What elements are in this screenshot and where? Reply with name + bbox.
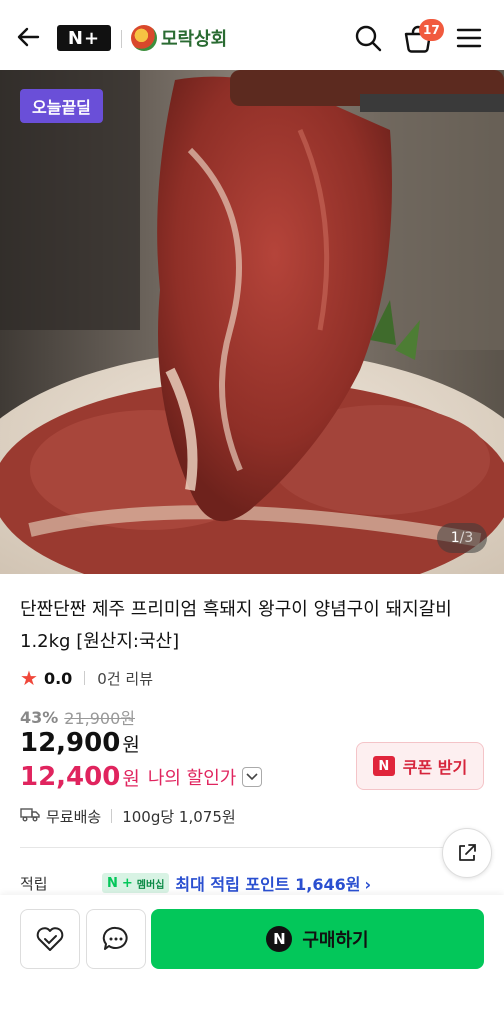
points-label: 적립 [20, 874, 48, 893]
my-discount-price[interactable]: 12,400 원 나의 할인가 [20, 762, 263, 792]
naver-pay-icon: N [266, 926, 293, 952]
search-icon[interactable] [353, 23, 383, 53]
store-name: 모락상회 [161, 29, 228, 50]
review-count[interactable]: 0건 리뷰 [97, 668, 153, 689]
talk-button[interactable] [86, 909, 146, 969]
star-icon: ★ [20, 666, 38, 690]
store-link[interactable]: 모락상회 [131, 22, 227, 54]
my-price-label: 나의 할인가 [147, 768, 237, 789]
membership-badge: N + 멤버십 [102, 873, 170, 893]
header-divider [121, 30, 122, 48]
back-arrow-icon[interactable] [14, 22, 44, 52]
bottom-action-bar: N 구매하기 [0, 895, 504, 1024]
shipping-divider [111, 809, 113, 823]
image-counter: 1/3 [437, 523, 487, 553]
max-points-text[interactable]: 최대 적립 포인트 1,646원 › [175, 871, 371, 895]
share-icon [459, 844, 476, 861]
unit-price: 100g당 1,075원 [122, 807, 236, 826]
membership-text: 멤버십 [136, 879, 165, 891]
shipping-row: 무료배송 100g당 1,075원 [20, 804, 236, 828]
wishlist-button[interactable] [20, 909, 80, 969]
sale-price: 12,900 원 [20, 728, 140, 758]
image-counter-total: 3 [464, 530, 474, 546]
product-image-carousel[interactable] [0, 70, 504, 574]
sale-price-value: 12,900 [20, 728, 121, 758]
truck-icon [20, 806, 40, 826]
membership-n: N [107, 875, 118, 891]
product-photo [0, 70, 504, 574]
coupon-label: 쿠폰 받기 [402, 758, 468, 777]
my-price-value: 12,400 [20, 762, 121, 792]
buy-button[interactable]: N 구매하기 [151, 909, 484, 969]
buy-label: 구매하기 [302, 930, 369, 951]
sale-price-unit: 원 [122, 734, 140, 756]
heart-icon [36, 927, 64, 951]
membership-plus: + [121, 875, 133, 891]
chevron-down-icon[interactable] [242, 767, 263, 787]
top-header: N+ 모락상회 17 [0, 0, 504, 70]
naver-coupon-icon: N [372, 756, 395, 776]
coupon-button[interactable]: N 쿠폰 받기 [356, 742, 484, 790]
chat-bubble-icon [102, 926, 128, 950]
rating-divider [84, 671, 86, 685]
shipping-text: 무료배송 [46, 807, 102, 826]
rating-row[interactable]: ★ 0.0 0건 리뷰 [20, 666, 153, 690]
max-points-value: 최대 적립 포인트 1,646원 [175, 875, 361, 894]
rating-value: 0.0 [43, 668, 73, 688]
product-title: 단짠단짠 제주 프리미엄 흑돼지 왕구이 양념구이 돼지갈비 1.2kg [원산… [20, 599, 452, 652]
discount-row: 43% 21,900원 [20, 705, 135, 729]
my-price-unit: 원 [122, 767, 140, 790]
deal-badge: 오늘끝딜 [20, 89, 103, 123]
store-logo-icon [131, 25, 157, 51]
original-price: 21,900원 [64, 709, 136, 728]
cart-count-badge: 17 [419, 19, 444, 41]
naver-plus-logo[interactable]: N+ [57, 25, 111, 51]
image-counter-current: 1 [450, 530, 460, 546]
section-divider [20, 847, 484, 848]
discount-rate: 43% [20, 707, 59, 727]
chevron-right-icon: › [364, 875, 372, 894]
points-row[interactable]: 적립 N + 멤버십 최대 적립 포인트 1,646원 › [20, 871, 490, 895]
menu-icon[interactable] [455, 25, 483, 51]
